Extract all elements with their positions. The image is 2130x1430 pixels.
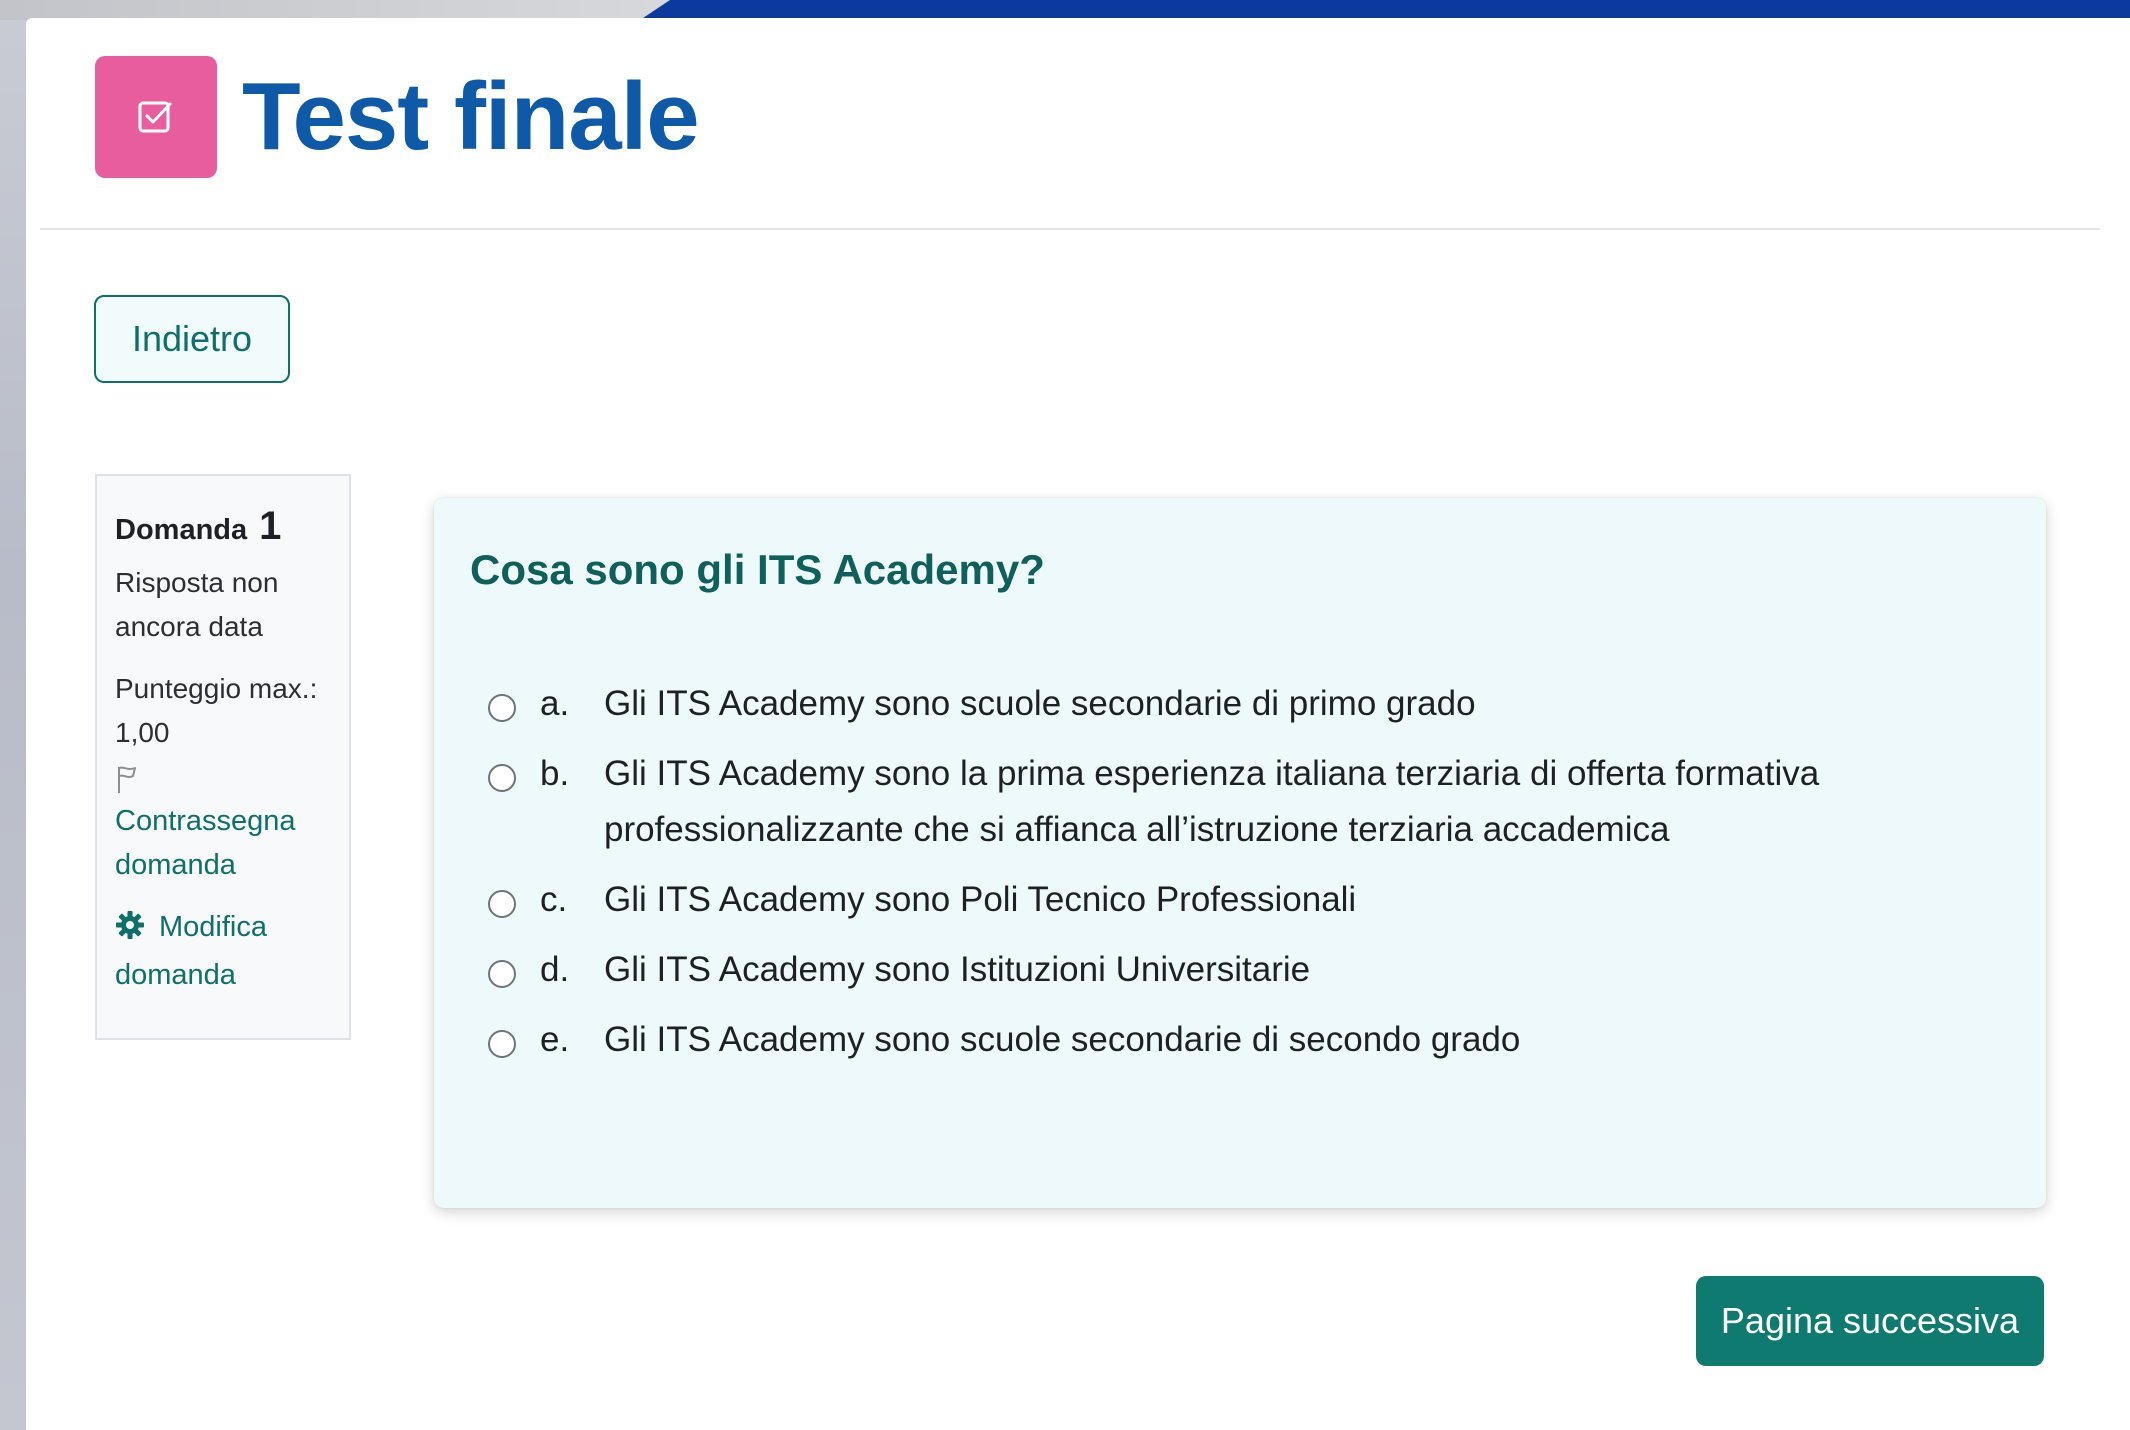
- answer-text: Gli ITS Academy sono la prima esperienza…: [604, 754, 1820, 849]
- answer-option-c[interactable]: c. Gli ITS Academy sono Poli Tecnico Pro…: [488, 880, 1986, 928]
- question-label: Domanda: [115, 514, 248, 546]
- answer-letter: e.: [540, 1020, 570, 1059]
- background-top-bar: [0, 0, 700, 20]
- answer-radio[interactable]: [488, 764, 516, 792]
- question-text: Cosa sono gli ITS Academy?: [470, 546, 1045, 593]
- answer-status: Risposta non ancora data: [115, 567, 279, 642]
- answer-radio[interactable]: [488, 890, 516, 918]
- answer-radio[interactable]: [488, 1030, 516, 1058]
- max-score-value: 1,00: [115, 717, 170, 748]
- answer-letter: b.: [540, 754, 570, 793]
- answer-letter: a.: [540, 684, 570, 723]
- question-info-panel: Domanda 1 Risposta non ancora data Punte…: [95, 474, 351, 1040]
- answer-text: Gli ITS Academy sono scuole secondarie d…: [604, 684, 1476, 723]
- max-score-label: Punteggio max.:: [115, 673, 318, 704]
- answer-option-a[interactable]: a. Gli ITS Academy sono scuole secondari…: [488, 684, 1986, 732]
- page-title: Test finale: [242, 63, 700, 170]
- question-number-value: 1: [259, 504, 282, 548]
- answer-option-b[interactable]: b. Gli ITS Academy sono la prima esperie…: [488, 754, 1986, 858]
- max-score: Punteggio max.: 1,00: [115, 667, 331, 755]
- background-top-accent: [640, 0, 2130, 20]
- quiz-checkbox-icon: [95, 56, 217, 178]
- answer-letter: c.: [540, 880, 568, 919]
- header-divider: [40, 228, 2100, 230]
- answer-text: Gli ITS Academy sono scuole secondarie d…: [604, 1020, 1521, 1059]
- edit-question-link[interactable]: Modifica domanda: [115, 905, 331, 997]
- flag-icon[interactable]: [115, 765, 331, 799]
- answer-text: Gli ITS Academy sono Poli Tecnico Profes…: [604, 880, 1357, 919]
- answer-text: Gli ITS Academy sono Istituzioni Univers…: [604, 950, 1311, 989]
- answer-option-e[interactable]: e. Gli ITS Academy sono scuole secondari…: [488, 1020, 1986, 1068]
- answer-list: a. Gli ITS Academy sono scuole secondari…: [488, 684, 1986, 1094]
- answer-radio[interactable]: [488, 960, 516, 988]
- gear-icon: [115, 909, 145, 953]
- answer-letter: d.: [540, 950, 570, 989]
- question-card: Cosa sono gli ITS Academy? a. Gli ITS Ac…: [434, 498, 2046, 1208]
- flag-question-link[interactable]: Contrassegna domanda: [115, 799, 331, 887]
- next-page-button[interactable]: Pagina successiva: [1696, 1276, 2044, 1366]
- back-button[interactable]: Indietro: [94, 295, 290, 383]
- answer-option-d[interactable]: d. Gli ITS Academy sono Istituzioni Univ…: [488, 950, 1986, 998]
- question-number: Domanda 1: [115, 504, 331, 549]
- page-header: Test finale: [95, 56, 700, 178]
- answer-radio[interactable]: [488, 694, 516, 722]
